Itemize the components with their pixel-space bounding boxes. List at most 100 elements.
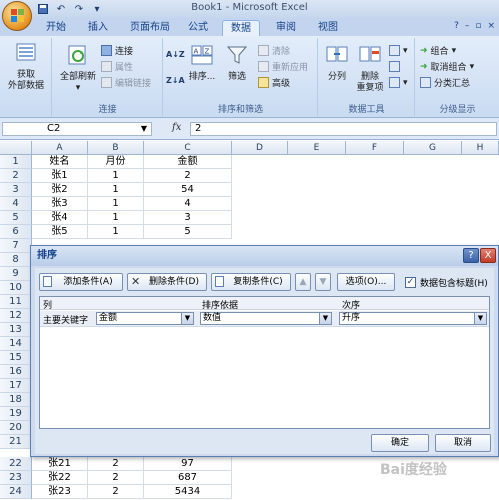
ok-button[interactable]: 确定 <box>371 434 429 452</box>
text-to-columns-button[interactable]: 分列 <box>321 44 353 83</box>
table-cell[interactable]: 3 <box>144 211 232 225</box>
row-header[interactable]: 6 <box>0 225 32 239</box>
table-cell[interactable]: 张3 <box>32 197 88 211</box>
sort-level-row[interactable]: 主要关键字 金额 ▼ 数值 ▼ 升序 ▼ <box>40 311 489 327</box>
table-cell[interactable]: 2 <box>88 471 144 485</box>
table-cell[interactable]: 5434 <box>144 485 232 499</box>
sort-a-z-button[interactable]: A↓Z <box>166 48 185 61</box>
table-cell[interactable]: 1 <box>88 225 144 239</box>
sort-on-select[interactable]: 数值 ▼ <box>200 312 332 325</box>
select-all-corner[interactable] <box>0 141 32 155</box>
restore-icon[interactable]: ▫ <box>475 21 481 31</box>
column-header[interactable]: C <box>144 141 232 155</box>
row-header[interactable]: 21 <box>0 435 32 449</box>
table-cell[interactable]: 张4 <box>32 211 88 225</box>
table-cell[interactable]: 张21 <box>32 457 88 471</box>
row-header[interactable]: 24 <box>0 485 32 499</box>
table-cell[interactable]: 2 <box>144 169 232 183</box>
row-header[interactable]: 9 <box>0 267 32 281</box>
redo-icon[interactable]: ↷ <box>72 2 86 16</box>
row-header[interactable]: 4 <box>0 197 32 211</box>
table-cell[interactable]: 97 <box>144 457 232 471</box>
dialog-close-button[interactable]: X <box>480 248 496 263</box>
tab-home[interactable]: 开始 <box>38 20 74 36</box>
table-cell[interactable]: 5 <box>144 225 232 239</box>
column-header[interactable]: B <box>88 141 144 155</box>
tab-review[interactable]: 审阅 <box>268 20 304 36</box>
table-cell[interactable]: 2 <box>88 457 144 471</box>
dialog-help-button[interactable]: ? <box>463 248 479 263</box>
tab-data[interactable]: 数据 <box>222 20 260 36</box>
minimize-icon[interactable]: – <box>465 21 470 31</box>
filter-button[interactable]: 筛选 <box>222 44 252 83</box>
clear-button[interactable]: 清除 <box>258 44 290 57</box>
row-header[interactable]: 8 <box>0 253 32 267</box>
name-box[interactable]: C2 ▼ <box>2 122 152 136</box>
consolidate-button[interactable] <box>389 60 400 73</box>
table-cell[interactable]: 张23 <box>32 485 88 499</box>
customize-qat-icon[interactable]: ▾ <box>90 2 104 16</box>
row-header[interactable]: 13 <box>0 323 32 337</box>
table-cell[interactable]: 张5 <box>32 225 88 239</box>
column-header[interactable]: G <box>404 141 462 155</box>
table-cell[interactable]: 月份 <box>88 155 144 169</box>
table-cell[interactable]: 2 <box>88 485 144 499</box>
has-headers-checkbox[interactable]: ✓ <box>405 277 416 288</box>
copy-level-button[interactable]: 复制条件(C) <box>211 273 291 291</box>
row-header[interactable]: 18 <box>0 393 32 407</box>
delete-level-button[interactable]: ✕ 删除条件(D) <box>127 273 207 291</box>
data-validation-button[interactable]: ▾ <box>389 44 408 57</box>
order-select[interactable]: 升序 ▼ <box>339 312 487 325</box>
edit-links-button[interactable]: 编辑链接 <box>101 76 151 89</box>
options-button[interactable]: 选项(O)... <box>337 273 395 291</box>
insert-function-icon[interactable]: fx <box>172 122 186 136</box>
column-header[interactable]: A <box>32 141 88 155</box>
help-icon[interactable]: ? <box>454 21 459 31</box>
table-cell[interactable]: 张22 <box>32 471 88 485</box>
reapply-button[interactable]: 重新应用 <box>258 60 308 73</box>
row-header[interactable]: 22 <box>0 457 32 471</box>
table-cell[interactable]: 54 <box>144 183 232 197</box>
row-header[interactable]: 15 <box>0 351 32 365</box>
save-icon[interactable] <box>36 2 50 16</box>
table-cell[interactable]: 687 <box>144 471 232 485</box>
table-cell[interactable]: 姓名 <box>32 155 88 169</box>
remove-duplicates-button[interactable]: 删除 重复项 <box>353 44 387 94</box>
row-header[interactable]: 5 <box>0 211 32 225</box>
table-cell[interactable]: 1 <box>88 211 144 225</box>
connections-button[interactable]: 连接 <box>101 44 133 57</box>
tab-formulas[interactable]: 公式 <box>180 20 216 36</box>
office-button[interactable] <box>2 1 32 31</box>
row-header[interactable]: 2 <box>0 169 32 183</box>
row-header[interactable]: 11 <box>0 295 32 309</box>
table-cell[interactable]: 张1 <box>32 169 88 183</box>
row-header[interactable]: 17 <box>0 379 32 393</box>
sort-column-select[interactable]: 金额 ▼ <box>96 312 194 325</box>
cancel-button[interactable]: 取消 <box>435 434 491 452</box>
group-button[interactable]: ➜ 组合 ▾ <box>420 44 456 58</box>
table-cell[interactable]: 1 <box>88 169 144 183</box>
column-header[interactable]: D <box>232 141 288 155</box>
row-header[interactable]: 14 <box>0 337 32 351</box>
row-header[interactable]: 3 <box>0 183 32 197</box>
sort-z-a-button[interactable]: Z↓A <box>166 74 185 87</box>
row-header[interactable]: 20 <box>0 421 32 435</box>
sort-button[interactable]: AZ 排序... <box>186 44 218 83</box>
table-cell[interactable]: 金额 <box>144 155 232 169</box>
chevron-down-icon[interactable]: ▼ <box>141 123 147 135</box>
table-cell[interactable]: 1 <box>88 183 144 197</box>
ungroup-button[interactable]: ➜ 取消组合 ▾ <box>420 60 474 74</box>
what-if-button[interactable]: ▾ <box>389 76 408 89</box>
tab-insert[interactable]: 插入 <box>80 20 116 36</box>
tab-view[interactable]: 视图 <box>310 20 346 36</box>
advanced-button[interactable]: 高级 <box>258 76 290 89</box>
column-header[interactable]: E <box>288 141 346 155</box>
move-up-button[interactable]: ▲ <box>295 273 311 291</box>
row-header[interactable]: 1 <box>0 155 32 169</box>
table-cell[interactable]: 4 <box>144 197 232 211</box>
add-level-button[interactable]: 添加条件(A) <box>39 273 123 291</box>
column-header[interactable]: H <box>462 141 499 155</box>
close-icon[interactable]: × <box>487 21 495 31</box>
row-header[interactable]: 19 <box>0 407 32 421</box>
refresh-all-button[interactable]: 全部刷新 ▾ <box>55 44 101 94</box>
